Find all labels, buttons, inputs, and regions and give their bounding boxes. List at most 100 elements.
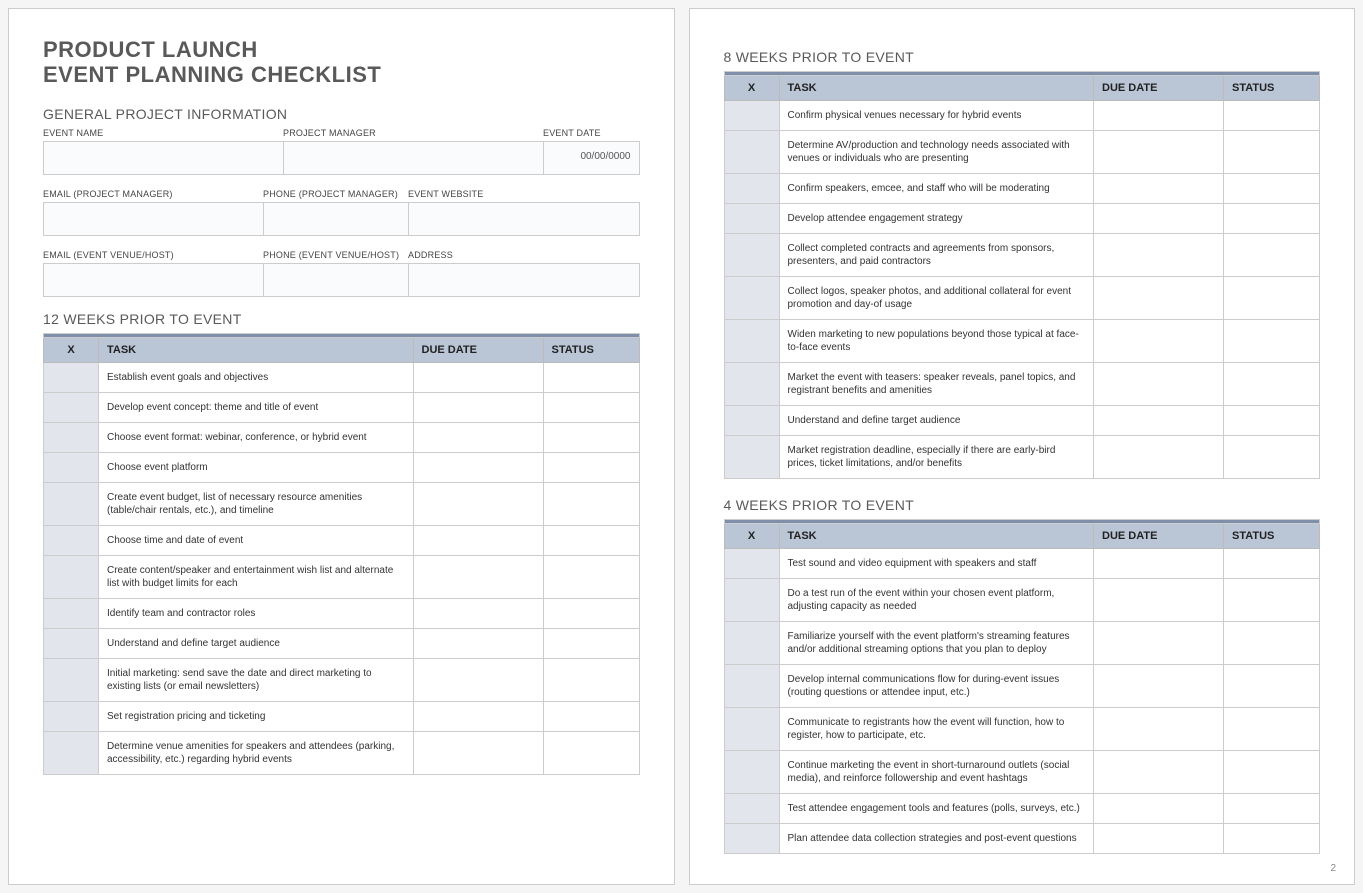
check-cell[interactable] (724, 406, 779, 436)
due-date-cell[interactable] (413, 701, 543, 731)
due-date-cell[interactable] (1094, 824, 1224, 854)
check-cell[interactable] (44, 525, 99, 555)
due-date-cell[interactable] (413, 555, 543, 598)
input-address[interactable] (408, 263, 640, 297)
due-date-cell[interactable] (1094, 406, 1224, 436)
due-date-cell[interactable] (1094, 579, 1224, 622)
check-cell[interactable] (724, 234, 779, 277)
check-cell[interactable] (44, 701, 99, 731)
status-cell[interactable] (543, 598, 639, 628)
table-row: Understand and define target audience (724, 406, 1320, 436)
due-date-cell[interactable] (413, 452, 543, 482)
status-cell[interactable] (1224, 708, 1320, 751)
status-cell[interactable] (543, 452, 639, 482)
input-email-pm[interactable] (43, 202, 263, 236)
due-date-cell[interactable] (1094, 363, 1224, 406)
due-date-cell[interactable] (1094, 174, 1224, 204)
status-cell[interactable] (543, 731, 639, 774)
status-cell[interactable] (543, 362, 639, 392)
status-cell[interactable] (1224, 204, 1320, 234)
check-cell[interactable] (724, 436, 779, 479)
due-date-cell[interactable] (413, 628, 543, 658)
check-cell[interactable] (44, 555, 99, 598)
status-cell[interactable] (543, 392, 639, 422)
input-event-date[interactable]: 00/00/0000 (543, 141, 640, 175)
check-cell[interactable] (724, 174, 779, 204)
check-cell[interactable] (724, 794, 779, 824)
due-date-cell[interactable] (1094, 436, 1224, 479)
due-date-cell[interactable] (413, 658, 543, 701)
status-cell[interactable] (1224, 579, 1320, 622)
check-cell[interactable] (44, 392, 99, 422)
status-cell[interactable] (543, 701, 639, 731)
check-cell[interactable] (724, 363, 779, 406)
status-cell[interactable] (1224, 794, 1320, 824)
status-cell[interactable] (1224, 101, 1320, 131)
due-date-cell[interactable] (1094, 234, 1224, 277)
due-date-cell[interactable] (1094, 101, 1224, 131)
due-date-cell[interactable] (1094, 665, 1224, 708)
check-cell[interactable] (724, 131, 779, 174)
check-cell[interactable] (724, 549, 779, 579)
due-date-cell[interactable] (413, 482, 543, 525)
due-date-cell[interactable] (1094, 794, 1224, 824)
due-date-cell[interactable] (1094, 131, 1224, 174)
input-email-venue[interactable] (43, 263, 263, 297)
due-date-cell[interactable] (1094, 751, 1224, 794)
check-cell[interactable] (724, 579, 779, 622)
due-date-cell[interactable] (1094, 549, 1224, 579)
check-cell[interactable] (44, 422, 99, 452)
status-cell[interactable] (543, 658, 639, 701)
status-cell[interactable] (1224, 665, 1320, 708)
check-cell[interactable] (724, 824, 779, 854)
status-cell[interactable] (543, 555, 639, 598)
input-project-manager[interactable] (283, 141, 543, 175)
due-date-cell[interactable] (1094, 708, 1224, 751)
check-cell[interactable] (44, 598, 99, 628)
due-date-cell[interactable] (413, 731, 543, 774)
status-cell[interactable] (1224, 277, 1320, 320)
due-date-cell[interactable] (413, 598, 543, 628)
input-phone-pm[interactable] (263, 202, 408, 236)
due-date-cell[interactable] (1094, 277, 1224, 320)
check-cell[interactable] (724, 277, 779, 320)
status-cell[interactable] (543, 628, 639, 658)
check-cell[interactable] (724, 751, 779, 794)
status-cell[interactable] (1224, 320, 1320, 363)
check-cell[interactable] (724, 320, 779, 363)
status-cell[interactable] (1224, 436, 1320, 479)
input-event-name[interactable] (43, 141, 283, 175)
due-date-cell[interactable] (413, 422, 543, 452)
due-date-cell[interactable] (413, 392, 543, 422)
status-cell[interactable] (1224, 174, 1320, 204)
check-cell[interactable] (44, 362, 99, 392)
check-cell[interactable] (44, 658, 99, 701)
check-cell[interactable] (724, 708, 779, 751)
due-date-cell[interactable] (1094, 622, 1224, 665)
check-cell[interactable] (44, 452, 99, 482)
status-cell[interactable] (543, 525, 639, 555)
input-event-website[interactable] (408, 202, 640, 236)
status-cell[interactable] (1224, 406, 1320, 436)
due-date-cell[interactable] (1094, 320, 1224, 363)
check-cell[interactable] (44, 482, 99, 525)
status-cell[interactable] (1224, 363, 1320, 406)
due-date-cell[interactable] (1094, 204, 1224, 234)
status-cell[interactable] (1224, 751, 1320, 794)
status-cell[interactable] (1224, 824, 1320, 854)
check-cell[interactable] (724, 622, 779, 665)
due-date-cell[interactable] (413, 362, 543, 392)
check-cell[interactable] (724, 204, 779, 234)
check-cell[interactable] (44, 731, 99, 774)
status-cell[interactable] (543, 422, 639, 452)
check-cell[interactable] (724, 101, 779, 131)
status-cell[interactable] (1224, 131, 1320, 174)
status-cell[interactable] (1224, 549, 1320, 579)
status-cell[interactable] (543, 482, 639, 525)
check-cell[interactable] (724, 665, 779, 708)
status-cell[interactable] (1224, 234, 1320, 277)
check-cell[interactable] (44, 628, 99, 658)
due-date-cell[interactable] (413, 525, 543, 555)
status-cell[interactable] (1224, 622, 1320, 665)
input-phone-venue[interactable] (263, 263, 408, 297)
